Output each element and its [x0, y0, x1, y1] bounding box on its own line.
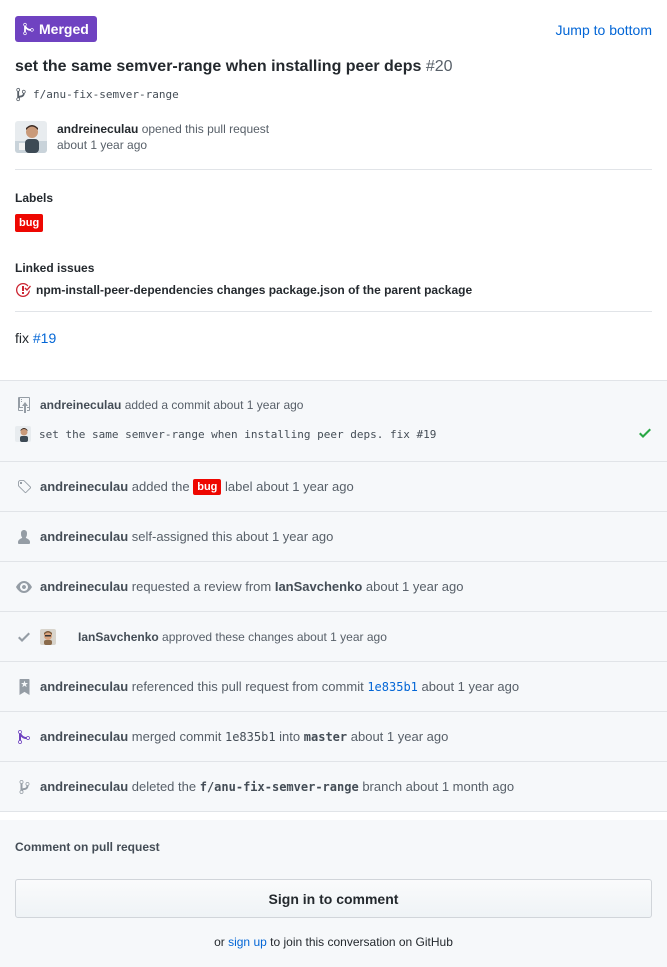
- merged-badge: Merged: [15, 16, 97, 42]
- linked-issues-heading: Linked issues: [15, 261, 95, 275]
- signup-prompt: or sign up to join this conversation on …: [0, 935, 667, 949]
- merged-badge-label: Merged: [39, 21, 89, 37]
- git-branch-icon: [15, 87, 27, 102]
- commit-message[interactable]: set the same semver-range when installin…: [39, 428, 436, 441]
- reviewer-name[interactable]: IanSavchenko: [275, 579, 362, 594]
- label-event-time: label about 1 year ago: [225, 479, 354, 494]
- opened-time: about 1 year ago: [57, 138, 148, 152]
- reference-user[interactable]: andreineculau: [40, 679, 128, 694]
- merge-user[interactable]: andreineculau: [40, 729, 128, 744]
- delete-branch-time: branch about 1 month ago: [362, 779, 515, 794]
- merge-into-text: into: [279, 729, 301, 744]
- label-event-user[interactable]: andreineculau: [40, 479, 128, 494]
- tag-icon: [15, 478, 33, 496]
- timeline-merge-event: andreineculau merged commit 1e835b1 into…: [0, 712, 667, 762]
- timeline-review-request-event: andreineculau requested a review from Ia…: [0, 562, 667, 612]
- author-text: andreineculau opened this pull request a…: [57, 121, 269, 153]
- reference-time: about 1 year ago: [421, 679, 520, 694]
- branch-info: f/anu-fix-semver-range: [15, 87, 179, 102]
- pr-header: Merged Jump to bottom set the same semve…: [0, 0, 667, 168]
- reference-text: referenced this pull request from commit: [131, 679, 364, 694]
- author-avatar[interactable]: [15, 121, 47, 153]
- timeline: andreineculau added a commit about 1 yea…: [0, 380, 667, 812]
- review-request-text: requested a review from: [131, 579, 272, 594]
- timeline-approval-event: IanSavchenko approved these changes abou…: [0, 612, 667, 662]
- timeline-commit-event: andreineculau added a commit about 1 yea…: [0, 381, 667, 462]
- signup-or: or: [214, 935, 225, 949]
- divider: [15, 311, 652, 312]
- timeline-label-event: andreineculau added the bug label about …: [0, 462, 667, 512]
- merge-icon: [15, 728, 33, 746]
- delete-branch-text: deleted the: [131, 779, 197, 794]
- label-event-text: added the: [131, 479, 190, 494]
- repo-push-icon: [15, 396, 33, 414]
- jump-to-bottom-link[interactable]: Jump to bottom: [556, 22, 653, 38]
- author-info: andreineculau opened this pull request a…: [15, 121, 269, 153]
- git-branch-icon: [15, 778, 33, 796]
- assign-event-user[interactable]: andreineculau: [40, 529, 128, 544]
- pr-title-text: set the same semver-range when installin…: [15, 58, 422, 75]
- timeline-assign-event: andreineculau self-assigned this about 1…: [0, 512, 667, 562]
- merge-icon: [23, 22, 34, 36]
- delete-branch-user[interactable]: andreineculau: [40, 779, 128, 794]
- branch-name[interactable]: f/anu-fix-semver-range: [33, 88, 179, 101]
- review-request-user[interactable]: andreineculau: [40, 579, 128, 594]
- bug-label[interactable]: bug: [193, 478, 222, 495]
- comment-heading: Comment on pull request: [15, 840, 160, 854]
- commit-row: set the same semver-range when installin…: [15, 426, 652, 442]
- timeline-branch-delete-event: andreineculau deleted the f/anu-fix-semv…: [0, 762, 667, 812]
- approval-text: approved these changes about 1 year ago: [162, 629, 387, 644]
- comment-section: Comment on pull request Sign in to comme…: [0, 820, 667, 967]
- bug-label[interactable]: bug: [15, 214, 44, 232]
- opened-text: opened this pull request: [141, 122, 270, 136]
- merge-target-branch[interactable]: master: [304, 730, 347, 744]
- sign-in-to-comment-button[interactable]: Sign in to comment: [15, 879, 652, 918]
- signup-tail: to join this conversation on GitHub: [270, 935, 453, 949]
- review-request-time: about 1 year ago: [365, 579, 464, 594]
- timeline-reference-event: andreineculau referenced this pull reque…: [0, 662, 667, 712]
- commit-author-avatar[interactable]: [15, 426, 31, 442]
- pr-body: fix #19: [15, 330, 56, 346]
- pr-number: #20: [425, 58, 453, 75]
- linked-issue[interactable]: npm-install-peer-dependencies changes pa…: [15, 282, 472, 298]
- pr-body-text: fix: [15, 330, 29, 346]
- deleted-branch-name: f/anu-fix-semver-range: [199, 779, 359, 794]
- labels-heading: Labels: [15, 191, 54, 205]
- approver-name[interactable]: IanSavchenko: [78, 630, 159, 644]
- eye-icon: [15, 578, 33, 596]
- merge-text: merged commit: [131, 729, 222, 744]
- person-icon: [15, 528, 33, 546]
- reviewer-avatar[interactable]: [40, 628, 56, 645]
- bookmark-icon: [15, 678, 33, 696]
- author-username[interactable]: andreineculau: [57, 122, 138, 136]
- issue-link[interactable]: #19: [33, 330, 56, 346]
- issue-closed-icon: [15, 282, 31, 298]
- check-icon: [15, 628, 33, 646]
- reference-commit-link[interactable]: 1e835b1: [367, 680, 418, 694]
- linked-issue-title[interactable]: npm-install-peer-dependencies changes pa…: [36, 283, 472, 297]
- merge-commit-sha[interactable]: 1e835b1: [225, 730, 276, 744]
- check-icon: [638, 425, 652, 439]
- commit-action: added a commit about 1 year ago: [124, 398, 304, 412]
- commit-author[interactable]: andreineculau: [40, 398, 121, 412]
- divider: [15, 169, 652, 170]
- assign-event-text: self-assigned this about 1 year ago: [131, 529, 334, 544]
- merge-time: about 1 year ago: [350, 729, 449, 744]
- sign-up-link[interactable]: sign up: [228, 935, 267, 949]
- pr-title: set the same semver-range when installin…: [15, 58, 453, 76]
